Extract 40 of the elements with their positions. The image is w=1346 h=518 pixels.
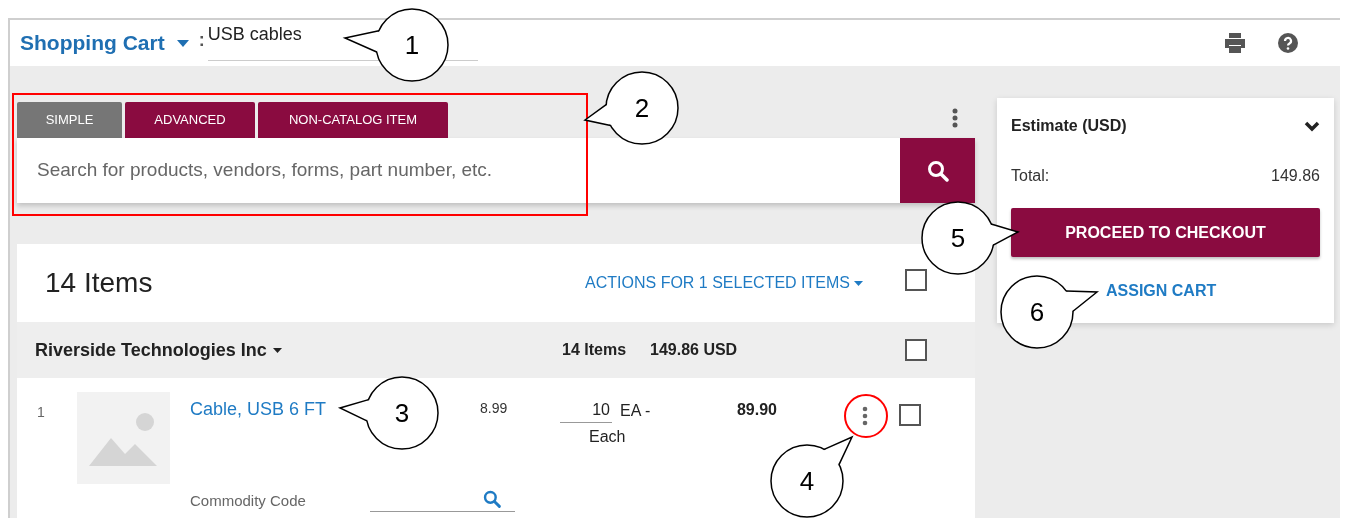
commodity-code-label: Commodity Code	[190, 490, 307, 511]
checkbox[interactable]	[905, 339, 927, 361]
search-button[interactable]	[900, 138, 975, 203]
unit-name: Each	[589, 427, 627, 447]
actions-dropdown[interactable]: ACTIONS FOR 1 SELECTED ITEMS	[585, 271, 863, 295]
checkbox[interactable]	[905, 269, 927, 291]
image-placeholder-icon	[88, 410, 159, 466]
caret-icon	[272, 347, 282, 353]
total-label: Total:	[1011, 166, 1050, 186]
more-options-icon[interactable]	[862, 406, 868, 426]
more-options-icon[interactable]	[952, 108, 958, 128]
separator-text: :	[198, 28, 205, 52]
checkbox[interactable]	[899, 404, 921, 426]
search-icon[interactable]	[483, 489, 501, 508]
checkout-button[interactable]: PROCEED TO CHECKOUT	[1011, 208, 1320, 257]
caret-icon	[854, 280, 863, 286]
quantity-field[interactable]: 10	[560, 398, 612, 423]
supplier-item-count: 14 Items	[562, 340, 628, 360]
page-title[interactable]: Shopping Cart	[20, 27, 165, 59]
item-name-link[interactable]: Cable, USB 6 FT	[190, 396, 327, 423]
item-count: 14 Items	[45, 266, 153, 300]
unit-price: 8.99	[480, 399, 509, 418]
assign-cart-link[interactable]: ASSIGN CART	[1106, 279, 1217, 303]
search-tab[interactable]: NON-CATALOG ITEM	[258, 102, 448, 138]
supplier-total: 149.86 USD	[650, 340, 738, 360]
highlight-ring	[844, 394, 888, 438]
total-value: 149.86	[1271, 166, 1320, 186]
summary-title: Estimate (USD)	[1011, 116, 1127, 136]
search-icon	[926, 159, 949, 182]
search-field[interactable]: Search for products, vendors, forms, part number, etc.	[17, 138, 900, 203]
caret-icon[interactable]	[176, 39, 189, 47]
line-number: 1	[37, 403, 46, 422]
chevron-down-icon[interactable]	[1304, 120, 1320, 132]
supplier-dropdown[interactable]: Riverside Technologies Inc	[35, 336, 562, 364]
line-total: 89.90	[735, 400, 777, 420]
search-tab[interactable]: SIMPLE	[17, 102, 122, 138]
search-tab[interactable]: ADVANCED	[125, 102, 255, 138]
help-icon[interactable]	[1278, 33, 1298, 53]
unit-code: EA -	[620, 401, 651, 421]
print-icon[interactable]	[1224, 33, 1246, 53]
